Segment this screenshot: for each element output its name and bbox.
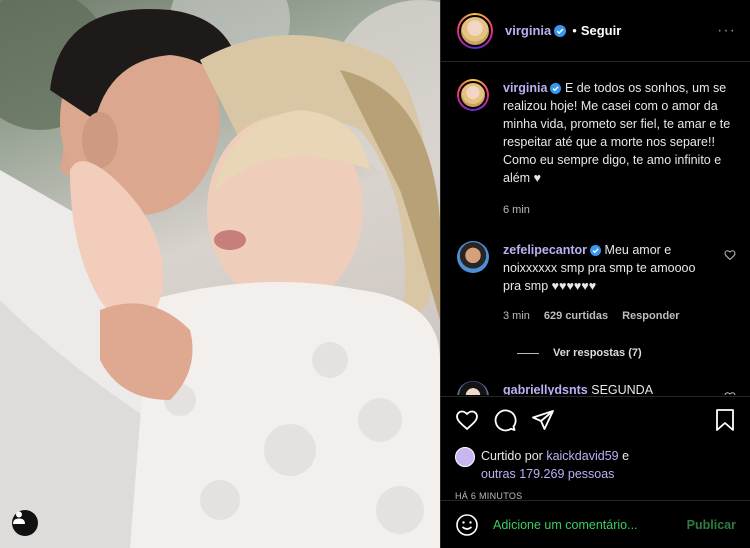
liker-avatar[interactable] bbox=[455, 447, 475, 467]
caption: virginia E de todos os sonhos, um se rea… bbox=[457, 79, 736, 219]
post-actions: Curtido por kaickdavid59 e outras 179.26… bbox=[441, 396, 750, 501]
liker-username[interactable]: kaickdavid59 bbox=[546, 449, 618, 463]
follow-button[interactable]: Seguir bbox=[581, 23, 621, 38]
verified-icon bbox=[590, 245, 602, 256]
comment-likes[interactable]: 629 curtidas bbox=[544, 307, 608, 325]
likes-prefix: Curtido por bbox=[481, 449, 543, 463]
photo-illustration bbox=[0, 0, 440, 548]
reply-button[interactable]: Responder bbox=[622, 307, 679, 325]
publish-button[interactable]: Publicar bbox=[687, 518, 736, 532]
comment-author[interactable]: gabriellydsnts bbox=[503, 383, 588, 395]
post-header: virginia • Seguir ··· bbox=[441, 0, 750, 62]
share-icon[interactable] bbox=[531, 408, 555, 432]
post-photo[interactable] bbox=[0, 0, 440, 548]
comment-avatar[interactable] bbox=[457, 381, 489, 395]
separator-dot: • bbox=[572, 23, 577, 38]
caption-text: E de todos os sonhos, um se realizou hoj… bbox=[503, 81, 731, 185]
verified-icon bbox=[554, 25, 567, 37]
add-comment-bar: Publicar bbox=[441, 500, 750, 548]
heart-icon[interactable] bbox=[455, 408, 479, 432]
comment-item: zefelipecantor Meu amor e noixxxxxx smp … bbox=[457, 241, 736, 325]
comment-icon[interactable] bbox=[493, 408, 517, 432]
user-tag-icon bbox=[13, 511, 25, 524]
post-side-panel: virginia • Seguir ··· virginia E de todo… bbox=[440, 0, 750, 548]
likes-conj: e bbox=[622, 449, 630, 463]
view-replies-button[interactable]: Ver respostas (7) bbox=[517, 347, 736, 359]
likes-others-link[interactable]: outras 179.269 pessoas bbox=[481, 467, 614, 481]
likes-summary: Curtido por kaickdavid59 e outras 179.26… bbox=[455, 447, 736, 483]
comment-like-heart-icon[interactable] bbox=[724, 249, 736, 261]
author-username[interactable]: virginia bbox=[505, 23, 567, 38]
comment-item: gabriellydsnts SEGUNDA bbox=[457, 381, 736, 395]
comment-input[interactable] bbox=[493, 517, 687, 532]
caption-avatar[interactable] bbox=[457, 79, 489, 111]
caption-author[interactable]: virginia bbox=[503, 81, 562, 95]
comment-list[interactable]: virginia E de todos os sonhos, um se rea… bbox=[441, 63, 750, 395]
comment-time[interactable]: 3 min bbox=[503, 307, 530, 325]
verified-icon bbox=[550, 83, 562, 94]
caption-time[interactable]: 6 min bbox=[503, 201, 530, 219]
emoji-icon[interactable] bbox=[455, 513, 479, 537]
author-avatar[interactable] bbox=[457, 12, 493, 49]
more-options-icon[interactable]: ··· bbox=[717, 22, 736, 40]
user-tag-button[interactable] bbox=[12, 510, 38, 536]
bookmark-icon[interactable] bbox=[714, 408, 736, 432]
comment-text: SEGUNDA bbox=[591, 383, 654, 395]
comment-author[interactable]: zefelipecantor bbox=[503, 243, 602, 257]
comment-like-heart-icon[interactable] bbox=[724, 391, 736, 395]
comment-avatar[interactable] bbox=[457, 241, 489, 273]
